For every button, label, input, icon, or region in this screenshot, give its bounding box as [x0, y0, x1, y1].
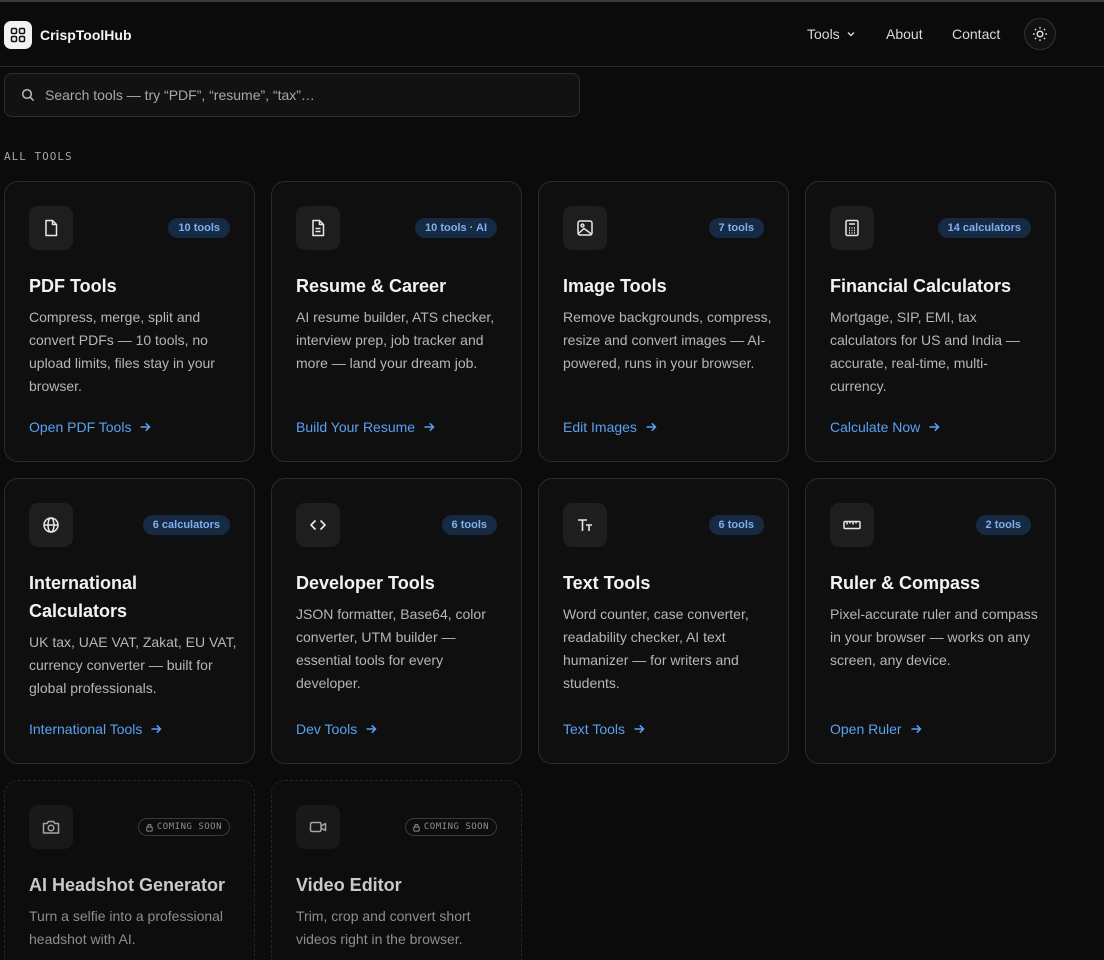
ruler-icon: [830, 503, 874, 547]
globe-icon: [29, 503, 73, 547]
sun-icon: [1033, 27, 1047, 41]
card-title: Developer Tools: [296, 573, 435, 593]
main-nav: Tools About Contact: [0, 26, 1104, 46]
card-description: Remove backgrounds, compress, resize and…: [563, 309, 772, 371]
arrow-right-icon: [424, 422, 435, 432]
card-description: JSON formatter, Base64, color converter,…: [296, 606, 486, 691]
card-title: Text Tools: [563, 573, 651, 593]
card-description: Trim, crop and convert short videos righ…: [296, 908, 471, 947]
tool-card-image[interactable]: 7 tools Image Tools Remove backgrounds, …: [538, 181, 789, 462]
card-title: Resume & Career: [296, 276, 447, 296]
tool-card-ai-headshot: COMING SOON AI Headshot Generator Turn a…: [4, 780, 255, 960]
card-title: Image Tools: [563, 276, 667, 296]
coming-soon-badge: COMING SOON: [137, 818, 230, 836]
section-label: ALL TOOLS: [4, 150, 73, 163]
tool-card-video-editor: COMING SOON Video Editor Trim, crop and …: [271, 780, 522, 960]
code-icon: [296, 503, 340, 547]
tool-count-badge: 6 tools: [441, 515, 497, 535]
arrow-right-icon: [140, 422, 152, 432]
arrow-right-icon: [151, 724, 162, 734]
open-pdf-tools-link[interactable]: Open PDF Tools: [29, 419, 152, 435]
card-title: Ruler & Compass: [830, 573, 981, 593]
calculator-icon: [830, 206, 874, 250]
open-ruler-link[interactable]: Open Ruler: [830, 721, 922, 737]
card-description: Mortgage, SIP, EMI, tax calculators for …: [830, 309, 1020, 394]
image-icon: [563, 206, 607, 250]
tool-card-developer[interactable]: 6 tools Developer Tools JSON formatter, …: [271, 478, 522, 764]
international-tools-link[interactable]: International Tools: [29, 721, 162, 737]
tool-count-badge: 10 tools · AI: [415, 218, 497, 238]
tool-card-resume[interactable]: 10 tools · AI Resume & Career AI resume …: [271, 181, 522, 462]
chevron-down-icon: [847, 32, 855, 37]
tool-card-international[interactable]: 6 calculators International Calculators …: [4, 478, 255, 764]
link-label: Open Ruler: [830, 721, 902, 737]
search-input[interactable]: [45, 87, 545, 103]
tool-count-badge: 14 calculators: [937, 218, 1031, 238]
tool-count-badge: 6 calculators: [142, 515, 230, 535]
card-description: Compress, merge, split and convert PDFs …: [29, 309, 215, 394]
document-icon: [296, 206, 340, 250]
card-title: PDF Tools: [29, 276, 117, 296]
link-label: Calculate Now: [830, 419, 921, 435]
arrow-right-icon: [929, 422, 940, 432]
coming-soon-badge: COMING SOON: [404, 818, 497, 836]
link-label: Open PDF Tools: [29, 419, 132, 435]
site-header: CrispToolHub Tools About Contact: [0, 2, 1104, 67]
dev-tools-link[interactable]: Dev Tools: [296, 721, 377, 737]
card-description: AI resume builder, ATS checker, intervie…: [296, 309, 495, 371]
card-title: International Calculators: [29, 573, 138, 621]
link-label: International Tools: [29, 721, 143, 737]
arrow-right-icon: [366, 724, 377, 734]
search-icon: [21, 88, 35, 102]
camera-icon: [29, 805, 73, 849]
arrow-right-icon: [646, 422, 657, 432]
card-title: Video Editor: [296, 875, 402, 895]
tool-count-badge: 6 tools: [708, 515, 764, 535]
arrow-right-icon: [911, 724, 922, 734]
coming-soon-label: COMING SOON: [156, 822, 222, 832]
tool-card-financial[interactable]: 14 calculators Financial Calculators Mor…: [805, 181, 1056, 462]
nav-contact-link[interactable]: Contact: [952, 26, 1000, 42]
file-icon: [29, 206, 73, 250]
tool-count-badge: 10 tools: [168, 218, 230, 238]
tool-card-pdf[interactable]: 10 tools PDF Tools Compress, merge, spli…: [4, 181, 255, 462]
tool-count-badge: 2 tools: [975, 515, 1031, 535]
lock-icon: [146, 823, 153, 832]
link-label: Edit Images: [563, 419, 637, 435]
card-title: Financial Calculators: [830, 276, 1012, 296]
text-tools-link[interactable]: Text Tools: [563, 721, 645, 737]
lock-icon: [413, 823, 420, 832]
card-description: Turn a selfie into a professional headsh…: [29, 908, 224, 947]
search-bar[interactable]: [4, 73, 580, 117]
card-title: AI Headshot Generator: [29, 875, 226, 895]
card-description: UK tax, UAE VAT, Zakat, EU VAT, currency…: [29, 634, 237, 696]
link-label: Text Tools: [563, 721, 625, 737]
tool-card-ruler[interactable]: 2 tools Ruler & Compass Pixel-accurate r…: [805, 478, 1056, 764]
coming-soon-label: COMING SOON: [423, 822, 489, 832]
text-icon: [563, 503, 607, 547]
edit-images-link[interactable]: Edit Images: [563, 419, 657, 435]
nav-tools-label: Tools: [807, 26, 840, 42]
theme-toggle-button[interactable]: [1024, 18, 1056, 50]
link-label: Dev Tools: [296, 721, 358, 737]
tool-card-text[interactable]: 6 tools Text Tools Word counter, case co…: [538, 478, 789, 764]
nav-about-link[interactable]: About: [886, 26, 923, 42]
card-description: Pixel-accurate ruler and compass in your…: [830, 606, 1038, 668]
link-label: Build Your Resume: [296, 419, 416, 435]
card-description: Word counter, case converter, readabilit…: [563, 606, 749, 691]
build-your-resume-link[interactable]: Build Your Resume: [296, 419, 435, 435]
video-icon: [296, 805, 340, 849]
nav-tools-dropdown[interactable]: Tools: [807, 26, 856, 42]
arrow-right-icon: [634, 724, 645, 734]
tool-count-badge: 7 tools: [708, 218, 764, 238]
calculate-now-link[interactable]: Calculate Now: [830, 419, 940, 435]
